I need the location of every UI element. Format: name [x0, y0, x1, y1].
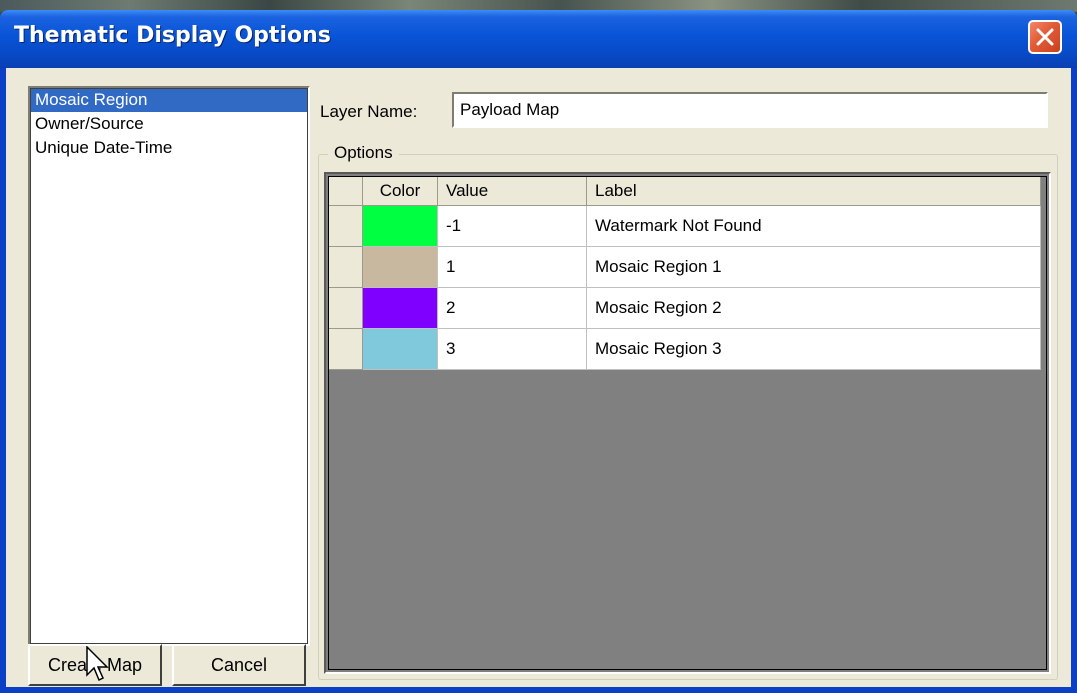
grid-row[interactable]: 1 Mosaic Region 1: [329, 246, 1041, 288]
mouse-pointer-icon: [86, 646, 109, 682]
row-header[interactable]: [329, 246, 363, 288]
dialog-window: Thematic Display Options Mosaic Region O…: [0, 10, 1077, 693]
grid-body: Color Value Label -1 Watermark Not Found…: [328, 176, 1047, 670]
close-button[interactable]: [1028, 20, 1062, 54]
label-cell[interactable]: Mosaic Region 1: [586, 246, 1041, 288]
list-item-unique-date-time[interactable]: Unique Date-Time: [30, 136, 308, 160]
label-cell[interactable]: Mosaic Region 3: [586, 328, 1041, 370]
color-cell[interactable]: [362, 287, 438, 329]
layer-name-label: Layer Name:: [320, 102, 418, 121]
grid-row[interactable]: -1 Watermark Not Found: [329, 205, 1041, 247]
grid-row[interactable]: 3 Mosaic Region 3: [329, 328, 1041, 370]
color-cell[interactable]: [362, 328, 438, 370]
row-header[interactable]: [329, 205, 363, 247]
color-swatch[interactable]: [363, 288, 437, 328]
dialog-body: Mosaic Region Owner/Source Unique Date-T…: [6, 68, 1071, 687]
list-item-mosaic-region[interactable]: Mosaic Region: [30, 88, 308, 112]
column-header-color[interactable]: Color: [362, 177, 438, 206]
value-cell[interactable]: 1: [437, 246, 587, 288]
label-cell[interactable]: Watermark Not Found: [586, 205, 1041, 247]
column-header-value[interactable]: Value: [437, 177, 587, 206]
row-header[interactable]: [329, 328, 363, 370]
grid-table: Color Value Label -1 Watermark Not Found…: [329, 177, 1041, 370]
value-cell[interactable]: 3: [437, 328, 587, 370]
value-cell[interactable]: 2: [437, 287, 587, 329]
grid-header-row: Color Value Label: [329, 177, 1041, 206]
value-cell[interactable]: -1: [437, 205, 587, 247]
layer-name-input[interactable]: Payload Map: [452, 92, 1048, 128]
color-swatch[interactable]: [363, 329, 437, 369]
column-header-label[interactable]: Label: [586, 177, 1041, 206]
color-cell[interactable]: [362, 246, 438, 288]
grid-row[interactable]: 2 Mosaic Region 2: [329, 287, 1041, 329]
window-title: Thematic Display Options: [14, 23, 331, 48]
label-cell[interactable]: Mosaic Region 2: [586, 287, 1041, 329]
list-item-owner-source[interactable]: Owner/Source: [30, 112, 308, 136]
row-header[interactable]: [329, 287, 363, 329]
title-bar[interactable]: Thematic Display Options: [0, 10, 1077, 68]
close-icon: [1036, 28, 1054, 46]
cancel-button[interactable]: Cancel: [172, 644, 306, 686]
field-listbox[interactable]: Mosaic Region Owner/Source Unique Date-T…: [28, 86, 310, 646]
options-group-label: Options: [328, 143, 399, 163]
grid-corner-header[interactable]: [329, 177, 363, 206]
color-swatch[interactable]: [363, 206, 437, 246]
color-cell[interactable]: [362, 205, 438, 247]
options-grid[interactable]: Color Value Label -1 Watermark Not Found…: [324, 172, 1051, 674]
color-swatch[interactable]: [363, 247, 437, 287]
